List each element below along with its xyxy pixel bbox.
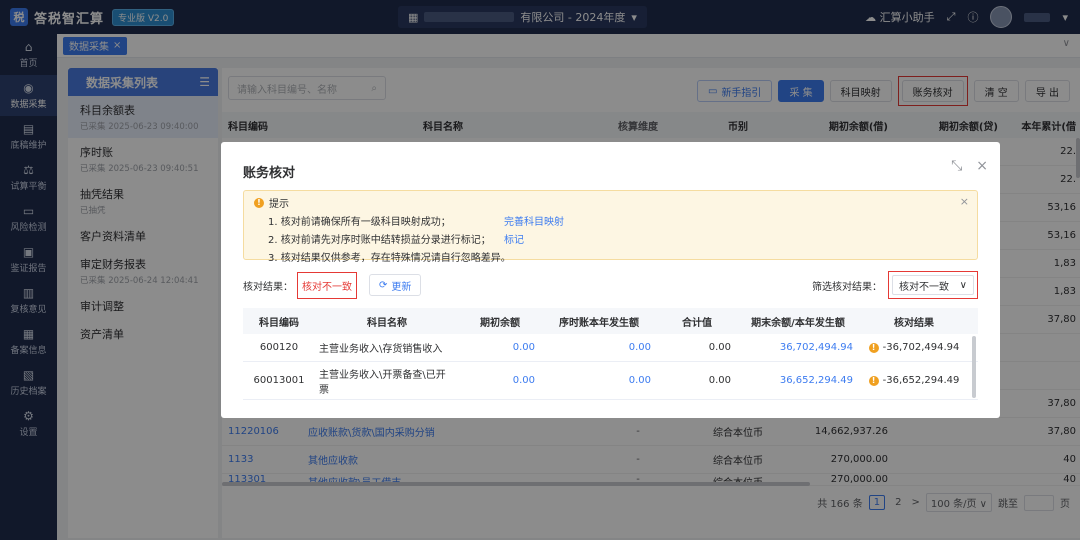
cell-total: 0.00 [708,375,731,386]
cell-code: 60013001 [253,375,305,386]
close-icon[interactable]: × [960,195,969,208]
dialog-title: 账务核对 [243,166,296,181]
warning-icon: ! [868,342,879,353]
col-header: 科目名称 [367,317,407,329]
fullscreen-icon[interactable]: ⤡ [951,158,962,174]
result-value: -36,702,494.94 [882,342,960,353]
cell-name: 主营业务收入\存货销售收入 [319,344,443,355]
col-header: 期初余额 [480,317,520,329]
refresh-button[interactable]: ⟳ 更新 [369,274,422,296]
cell-opening[interactable]: 0.00 [459,342,541,353]
tip-text: 3. 核对结果仅供参考，存在特殊情况请自行忽略差异。 [268,253,511,264]
filter-group: 筛选核对结果： 核对不一致 ∨ [812,271,978,299]
tip-text: 1. 核对前请确保所有一级科目映射成功； [268,217,451,228]
filter-select[interactable]: 核对不一致 ∨ [892,275,974,295]
col-header: 科目编码 [259,317,299,329]
close-icon[interactable]: × [976,158,988,174]
cell-name: 主营业务收入\开票备查\已开票 [319,369,446,396]
tip-title: 提示 [269,199,289,210]
col-header: 序时账本年发生额 [559,317,639,329]
cell-journal[interactable]: 0.00 [541,342,657,353]
cell-journal[interactable]: 0.00 [541,375,657,386]
cell-code: 600120 [259,342,299,353]
table-row[interactable]: 600120 主营业务收入\存货销售收入 0.00 0.00 0.00 36,7… [243,334,978,362]
complete-mapping-link[interactable]: 完善科目映射 [504,213,564,228]
table-row[interactable]: 60013001 主营业务收入\开票备查\已开票 0.00 0.00 0.00 … [243,362,978,400]
result-value: -36,652,294.49 [882,375,960,386]
col-header: 合计值 [682,317,712,329]
refresh-icon: ⟳ [379,279,388,291]
filter-label: 筛选核对结果： [812,281,882,293]
filter-value: 核对不一致 [899,281,949,293]
cell-closing[interactable]: 36,652,294.49 [737,375,859,386]
col-header: 核对结果 [894,317,934,329]
reconcile-table: 科目编码 科目名称 期初余额 序时账本年发生额 合计值 期末余额/本年发生额 核… [243,308,978,400]
vertical-scrollbar[interactable] [972,336,976,398]
result-status: 核对不一致 [297,271,357,299]
result-label: 核对结果： [243,281,293,293]
warning-icon: ! [868,375,879,386]
tip-alert: ! 提示 1. 核对前请确保所有一级科目映射成功； 完善科目映射 2. 核对前请先对… [243,190,978,264]
cell-opening[interactable]: 0.00 [459,375,541,386]
cell-closing[interactable]: 36,702,494.94 [737,342,859,353]
cell-result: ! -36,702,494.94 [859,342,969,353]
refresh-label: 更新 [391,281,412,293]
table-header: 科目编码 科目名称 期初余额 序时账本年发生额 合计值 期末余额/本年发生额 核… [243,308,978,334]
filter-highlight: 核对不一致 ∨ [888,271,978,299]
mark-link[interactable]: 标记 [504,231,524,246]
cell-result: ! -36,652,294.49 [859,375,969,386]
chevron-down-icon: ∨ [959,279,967,291]
cell-total: 0.00 [708,342,731,353]
col-header: 期末余额/本年发生额 [751,317,845,329]
reconcile-dialog: 账务核对 ⤡ × ! 提示 1. 核对前请确保所有一级科目映射成功； 完善科目映射 … [221,142,1000,418]
tip-text: 2. 核对前请先对序时账中结转损益分录进行标记； [268,235,491,246]
warning-icon: ! [254,197,264,208]
result-row: 核对结果： 核对不一致 ⟳ 更新 筛选核对结果： 核对不一致 ∨ [243,271,978,299]
